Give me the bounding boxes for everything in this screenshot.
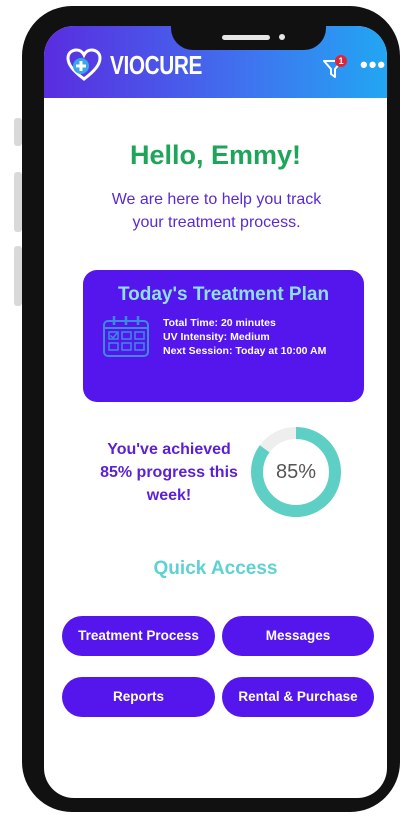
treatment-process-button[interactable]: Treatment Process <box>62 616 215 656</box>
phone-notch <box>171 6 326 50</box>
plan-total-time: Total Time: 20 minutes <box>163 317 276 329</box>
plan-details: Total Time: 20 minutes UV Intensity: Med… <box>163 316 326 358</box>
plan-uv-intensity: UV Intensity: Medium <box>163 331 270 343</box>
phone-side-button-1 <box>14 118 22 146</box>
messages-button[interactable]: Messages <box>222 616 374 656</box>
reports-button[interactable]: Reports <box>62 677 215 717</box>
treatment-plan-card[interactable]: Today's Treatment Plan Total Time: 20 mi… <box>83 270 364 402</box>
phone-speaker <box>222 35 270 40</box>
calendar-icon <box>103 316 149 357</box>
brand-name: VIOCURE <box>110 50 202 80</box>
phone-side-button-3 <box>14 246 22 306</box>
more-options-icon[interactable]: ••• <box>360 52 386 78</box>
app-screen: VIOCURE 1 ••• Hello, Emmy! We are here t… <box>44 26 387 798</box>
greeting-subtitle: We are here to help you track your treat… <box>111 191 322 231</box>
phone-side-button-2 <box>14 172 22 232</box>
plan-next-session: Next Session: Today at 10:00 AM <box>163 345 327 357</box>
progress-message: You've achieved 85% progress this week! <box>100 441 238 504</box>
rental-purchase-button[interactable]: Rental & Purchase <box>222 677 374 717</box>
plan-title: Today's Treatment Plan <box>117 284 330 305</box>
phone-camera <box>279 34 285 40</box>
notification-badge: 1 <box>335 55 347 67</box>
greeting-title: Hello, Emmy! <box>129 140 302 170</box>
quick-access-title: Quick Access <box>153 558 278 579</box>
progress-percent-label: 85% <box>275 461 317 483</box>
heart-plus-logo-icon <box>66 48 102 81</box>
